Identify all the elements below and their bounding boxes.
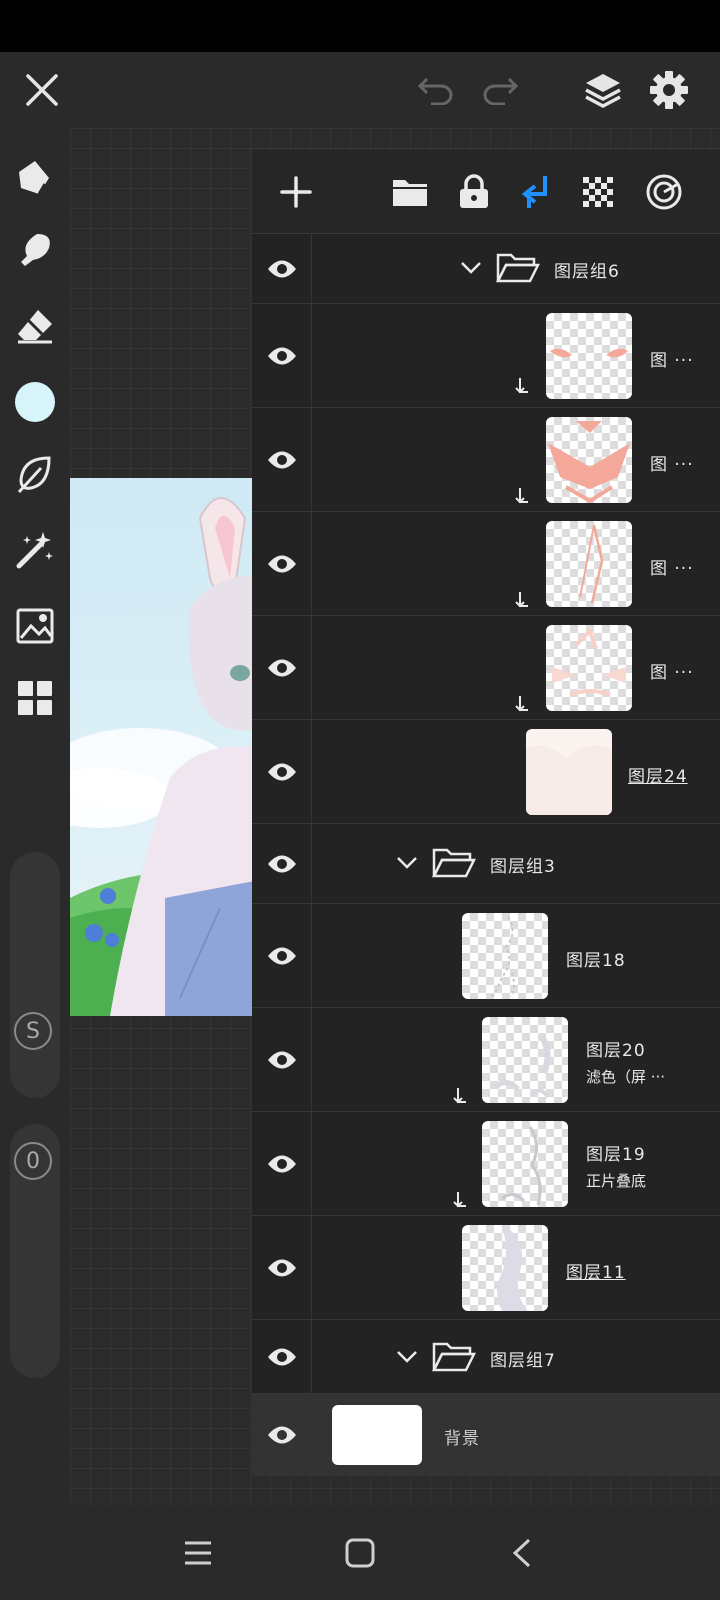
layer-name: 图层18 [566, 951, 626, 971]
clipping-arrow-icon [515, 378, 528, 394]
layer-row[interactable]: 图层18 [252, 904, 720, 1008]
eye-icon[interactable] [252, 1216, 312, 1319]
undo-icon[interactable] [408, 52, 464, 128]
layer-name: 图层19 [586, 1145, 646, 1165]
settings-icon[interactable] [636, 52, 702, 128]
layer-name: 图层20 [586, 1041, 646, 1061]
image-import-icon[interactable] [0, 596, 70, 656]
system-nav-bar [0, 1506, 720, 1600]
layer-name: 图层组7 [490, 1351, 556, 1371]
transparency-icon[interactable] [570, 150, 626, 234]
eye-icon[interactable] [252, 1008, 312, 1111]
layer-row[interactable]: 图层11 [252, 1216, 720, 1320]
layer-name: 图 ··· [650, 351, 694, 371]
folder-open-icon [496, 253, 540, 283]
chevron-down-icon[interactable] [460, 261, 482, 275]
smudge-icon[interactable] [0, 220, 70, 280]
eye-icon[interactable] [252, 234, 312, 303]
close-icon[interactable] [14, 52, 70, 128]
eye-icon[interactable] [252, 904, 312, 1007]
redo-icon[interactable] [472, 52, 528, 128]
clipping-arrow-icon [515, 488, 528, 504]
layer-group-row[interactable]: 图层组6 [252, 234, 720, 304]
layer-name: 图 ··· [650, 455, 694, 475]
eye-icon[interactable] [252, 408, 312, 511]
folder-open-icon [432, 848, 476, 878]
back-icon[interactable] [490, 1506, 554, 1600]
layer-row[interactable]: 图 ··· [252, 512, 720, 616]
clipping-arrow-icon [453, 1088, 466, 1104]
eye-icon[interactable] [252, 1320, 312, 1393]
lock-icon[interactable] [446, 150, 502, 234]
layer-thumbnail [546, 625, 632, 711]
layer-row[interactable]: 图层19 正片叠底 [252, 1112, 720, 1216]
magic-wand-icon[interactable] [0, 520, 70, 580]
folder-group-header [396, 846, 476, 880]
recent-apps-icon[interactable] [166, 1506, 230, 1600]
layer-row[interactable]: 图 ··· [252, 616, 720, 720]
clipping-arrow-icon [515, 592, 528, 608]
layer-row[interactable]: 图层24 [252, 720, 720, 824]
layer-name: 图层24 [628, 767, 688, 787]
layer-name: 图 ··· [650, 559, 694, 579]
layer-name: 图层组6 [554, 262, 620, 282]
layer-row-background[interactable]: 背景 [252, 1394, 720, 1476]
home-icon[interactable] [328, 1506, 392, 1600]
layer-thumbnail [462, 913, 548, 999]
layer-row[interactable]: 图层20 滤色（屏 ··· [252, 1008, 720, 1112]
chevron-down-icon[interactable] [396, 856, 418, 870]
layer-name: 图层组3 [490, 857, 556, 877]
folder-group-header [396, 1340, 476, 1374]
opacity-slider[interactable]: 0 [10, 1124, 60, 1378]
pen-icon[interactable] [0, 148, 70, 208]
add-layer-icon[interactable] [266, 150, 326, 234]
status-bar [0, 0, 720, 52]
eye-icon[interactable] [252, 304, 312, 407]
top-toolbar [0, 52, 720, 128]
chevron-down-icon[interactable] [396, 1350, 418, 1364]
folder-open-icon [432, 1342, 476, 1372]
layer-name: 图层11 [566, 1263, 626, 1283]
layer-name: 背景 [444, 1429, 480, 1449]
layer-panel-header [252, 150, 720, 234]
eye-icon[interactable] [252, 720, 312, 823]
brush-size-slider[interactable]: S [10, 852, 60, 1098]
layer-thumbnail [462, 1225, 548, 1311]
eye-icon[interactable] [252, 616, 312, 719]
folder-icon[interactable] [382, 150, 438, 234]
clipping-arrow-icon [453, 1192, 466, 1208]
layer-thumbnail [332, 1405, 422, 1465]
eye-icon[interactable] [252, 824, 312, 903]
blend-mode-label: 正片叠底 [586, 1172, 647, 1190]
color-swatch[interactable] [0, 372, 70, 432]
layer-panel: 图层组6 图 ··· 图 ··· 图 ··· 图 ··· 图层24 图层组3 图… [252, 150, 720, 1476]
blend-mode-label: 滤色（屏 ··· [586, 1068, 666, 1086]
eye-icon[interactable] [252, 512, 312, 615]
eye-icon[interactable] [252, 1112, 312, 1215]
eraser-icon[interactable] [0, 296, 70, 356]
eye-icon[interactable] [252, 1394, 312, 1476]
layer-row[interactable]: 图 ··· [252, 304, 720, 408]
layer-thumbnail [526, 729, 612, 815]
folder-group-header [460, 251, 540, 285]
clipping-arrow-icon [515, 696, 528, 712]
layer-row[interactable]: 图 ··· [252, 408, 720, 512]
size-knob[interactable]: S [14, 1012, 52, 1050]
layer-group-row[interactable]: 图层组3 [252, 824, 720, 904]
layer-thumbnail [482, 1121, 568, 1207]
layer-group-row[interactable]: 图层组7 [252, 1320, 720, 1394]
layer-thumbnail [546, 521, 632, 607]
clip-icon[interactable] [508, 150, 564, 234]
leaf-icon[interactable] [0, 444, 70, 504]
layer-thumbnail [546, 313, 632, 399]
layer-thumbnail [546, 417, 632, 503]
layer-name: 图 ··· [650, 663, 694, 683]
layer-thumbnail [482, 1017, 568, 1103]
left-toolbar: S 0 [0, 128, 70, 1506]
layers-icon[interactable] [570, 52, 636, 128]
grid-icon[interactable] [0, 668, 70, 728]
target-icon[interactable] [634, 150, 694, 234]
opacity-knob[interactable]: 0 [14, 1142, 52, 1180]
